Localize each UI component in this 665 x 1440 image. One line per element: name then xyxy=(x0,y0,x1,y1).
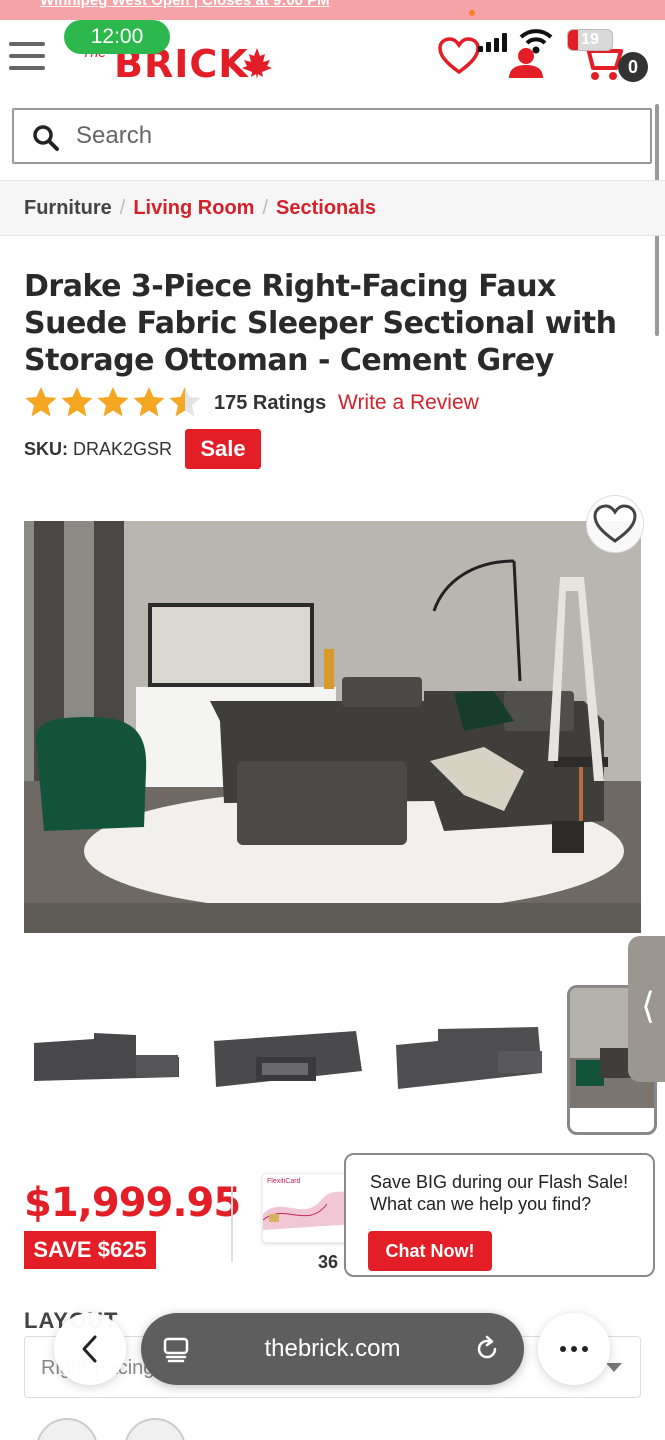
wishlist-heart-icon[interactable] xyxy=(437,36,481,76)
more-dot-icon xyxy=(582,1346,588,1352)
collapse-panel-tab[interactable]: ⟨ xyxy=(628,936,665,1082)
cell-signal-icon xyxy=(478,32,507,52)
sale-badge: Sale xyxy=(185,429,261,469)
save-badge: SAVE $625 xyxy=(24,1231,156,1269)
star-icon xyxy=(97,387,129,417)
chat-now-button[interactable]: Chat Now! xyxy=(368,1231,492,1271)
banner-dot xyxy=(469,10,475,16)
heart-outline-icon xyxy=(593,504,637,543)
color-swatch[interactable] xyxy=(124,1418,186,1440)
chevron-left-icon: ⟨ xyxy=(640,985,656,1026)
browser-url-text[interactable]: thebrick.com xyxy=(141,1335,524,1363)
star-icon xyxy=(25,387,57,417)
account-user-icon[interactable] xyxy=(505,48,547,78)
product-title: Drake 3-Piece Right-Facing Faux Suede Fa… xyxy=(24,269,617,378)
thumbnail-3[interactable] xyxy=(388,985,548,1135)
breadcrumb-living-room[interactable]: Living Room xyxy=(133,197,254,219)
search-box[interactable] xyxy=(12,108,652,164)
breadcrumb-sectionals[interactable]: Sectionals xyxy=(276,197,376,219)
living-room-photo xyxy=(24,521,641,933)
reload-icon[interactable] xyxy=(473,1335,501,1363)
more-dot-icon xyxy=(571,1346,577,1352)
store-banner-text[interactable]: Winnipeg West Open | Closes at 9:00 PM xyxy=(40,0,330,9)
dropdown-caret-icon xyxy=(606,1363,622,1372)
add-to-wishlist-button[interactable] xyxy=(586,495,644,553)
browser-more-button[interactable] xyxy=(538,1313,610,1385)
store-banner[interactable]: Winnipeg West Open | Closes at 9:00 PM xyxy=(0,0,665,20)
financing-months: 36 xyxy=(318,1252,339,1272)
sku-label: SKU: xyxy=(24,439,68,459)
site-header: 12:00 The BRICK 19 0 xyxy=(0,20,665,104)
search-input[interactable] xyxy=(76,118,636,154)
chevron-left-icon xyxy=(82,1335,97,1363)
sku: SKU: DRAK2GSR xyxy=(24,439,172,460)
browser-back-button[interactable] xyxy=(54,1313,126,1385)
product-price: $1,999.95 xyxy=(24,1180,241,1226)
chat-popup: Save BIG during our Flash Sale! What can… xyxy=(344,1153,655,1277)
flexiti-card-image[interactable]: FlexitiCard xyxy=(262,1173,354,1243)
maple-leaf-icon xyxy=(242,48,272,79)
breadcrumb-separator: / xyxy=(262,197,269,219)
more-dot-icon xyxy=(560,1346,566,1352)
write-review-link[interactable]: Write a Review xyxy=(338,391,479,415)
half-star-icon xyxy=(169,387,201,417)
breadcrumb-separator: / xyxy=(119,197,126,219)
breadcrumb: Furniture / Living Room / Sectionals xyxy=(0,180,665,236)
star-rating[interactable] xyxy=(24,386,202,418)
star-icon xyxy=(61,387,93,417)
color-swatch[interactable] xyxy=(36,1418,98,1440)
thumbnail-strip xyxy=(24,985,665,1135)
product-main-image[interactable] xyxy=(24,521,641,933)
breadcrumb-furniture[interactable]: Furniture xyxy=(24,197,112,219)
thumbnail-1[interactable] xyxy=(24,985,184,1135)
cart-count-badge: 0 xyxy=(618,52,648,82)
search-icon xyxy=(33,125,59,151)
star-icon xyxy=(133,387,165,417)
price-divider xyxy=(231,1186,233,1262)
battery-indicator: 19 xyxy=(567,29,613,51)
flexiti-brand: FlexitiCard xyxy=(267,1178,301,1185)
sku-value: DRAK2GSR xyxy=(73,439,173,459)
status-time: 12:00 xyxy=(64,20,170,54)
ratings-count[interactable]: 175 Ratings xyxy=(214,392,326,415)
chat-message: Save BIG during our Flash Sale! What can… xyxy=(370,1172,629,1214)
browser-url-bar[interactable]: thebrick.com xyxy=(141,1313,524,1385)
menu-icon[interactable] xyxy=(9,42,45,70)
thumbnail-2[interactable] xyxy=(206,985,366,1135)
